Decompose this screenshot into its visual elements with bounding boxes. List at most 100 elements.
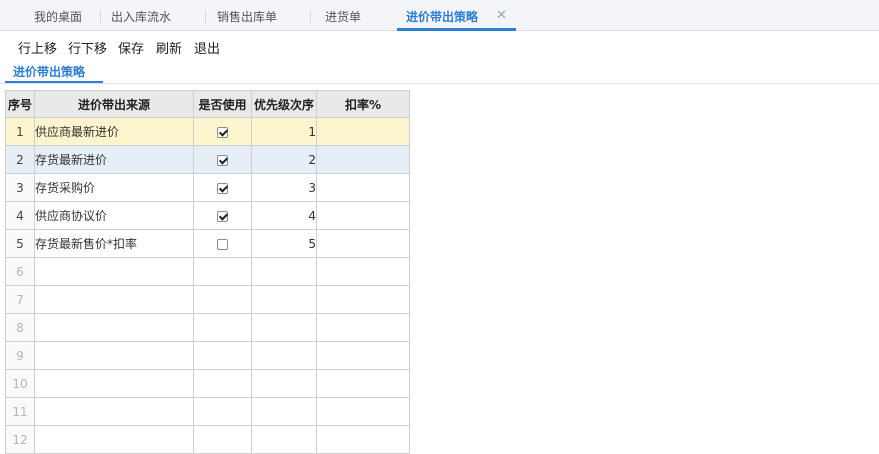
tab-separator bbox=[100, 10, 101, 24]
use-cell[interactable] bbox=[193, 397, 252, 426]
tab-stock-flow[interactable]: 出入库流水 bbox=[111, 0, 171, 30]
refresh-button[interactable]: 刷新 bbox=[156, 38, 182, 57]
source-cell[interactable]: 存货最新进价 bbox=[34, 145, 194, 174]
tab-separator bbox=[205, 10, 206, 24]
row-index: 9 bbox=[5, 341, 35, 370]
use-cell bbox=[193, 145, 252, 174]
row-index: 5 bbox=[5, 229, 35, 258]
discount-cell[interactable] bbox=[316, 341, 410, 370]
source-cell[interactable] bbox=[34, 285, 194, 314]
source-cell[interactable] bbox=[34, 313, 194, 342]
discount-cell[interactable] bbox=[316, 229, 410, 258]
table-row-empty[interactable]: 10 bbox=[5, 369, 410, 398]
use-cell[interactable] bbox=[193, 425, 252, 454]
row-index: 8 bbox=[5, 313, 35, 342]
row-index: 2 bbox=[5, 145, 35, 174]
discount-cell[interactable] bbox=[316, 257, 410, 286]
use-cell bbox=[193, 117, 252, 146]
use-cell[interactable] bbox=[193, 257, 252, 286]
toolbar: 行上移 行下移 保存 刷新 退出 bbox=[0, 31, 879, 60]
source-cell[interactable]: 供应商协议价 bbox=[34, 201, 194, 230]
exit-button[interactable]: 退出 bbox=[194, 38, 220, 57]
table-row-empty[interactable]: 8 bbox=[5, 313, 410, 342]
header-idx: 序号 bbox=[5, 90, 35, 118]
use-cell bbox=[193, 229, 252, 258]
move-down-button[interactable]: 行下移 bbox=[68, 38, 107, 57]
row-index: 6 bbox=[5, 257, 35, 286]
priority-cell[interactable] bbox=[251, 341, 317, 370]
priority-cell[interactable]: 5 bbox=[251, 229, 317, 258]
priority-cell[interactable] bbox=[251, 425, 317, 454]
tab-separator bbox=[310, 10, 311, 24]
header-discount: 扣率% bbox=[316, 90, 410, 118]
use-cell[interactable] bbox=[193, 369, 252, 398]
priority-cell[interactable] bbox=[251, 313, 317, 342]
source-cell[interactable] bbox=[34, 257, 194, 286]
source-cell[interactable]: 供应商最新进价 bbox=[34, 117, 194, 146]
priority-cell[interactable] bbox=[251, 369, 317, 398]
source-cell[interactable] bbox=[34, 341, 194, 370]
use-checkbox[interactable] bbox=[217, 154, 228, 166]
priority-cell[interactable]: 2 bbox=[251, 145, 317, 174]
table-row-empty[interactable]: 6 bbox=[5, 257, 410, 286]
tab-my-desktop[interactable]: 我的桌面 bbox=[34, 0, 82, 30]
header-source: 进价带出来源 bbox=[34, 90, 194, 118]
table-row[interactable]: 3 存货采购价 3 bbox=[5, 173, 410, 202]
priority-cell[interactable] bbox=[251, 397, 317, 426]
table-row-empty[interactable]: 11 bbox=[5, 397, 410, 426]
save-button[interactable]: 保存 bbox=[118, 38, 144, 57]
use-cell[interactable] bbox=[193, 285, 252, 314]
discount-cell[interactable] bbox=[316, 173, 410, 202]
priority-cell[interactable]: 1 bbox=[251, 117, 317, 146]
row-index: 7 bbox=[5, 285, 35, 314]
table-row[interactable]: 1 供应商最新进价 1 bbox=[5, 117, 410, 146]
discount-cell[interactable] bbox=[316, 117, 410, 146]
row-index: 3 bbox=[5, 173, 35, 202]
table-row-empty[interactable]: 7 bbox=[5, 285, 410, 314]
close-icon[interactable]: ✕ bbox=[496, 9, 507, 23]
discount-cell[interactable] bbox=[316, 145, 410, 174]
source-cell[interactable]: 存货采购价 bbox=[34, 173, 194, 202]
header-use: 是否使用 bbox=[193, 90, 252, 118]
priority-cell[interactable]: 3 bbox=[251, 173, 317, 202]
priority-cell[interactable] bbox=[251, 285, 317, 314]
table-row-empty[interactable]: 9 bbox=[5, 341, 410, 370]
use-checkbox[interactable] bbox=[217, 210, 228, 222]
discount-cell[interactable] bbox=[316, 425, 410, 454]
row-index: 12 bbox=[5, 425, 35, 454]
tab-bar: 我的桌面 出入库流水 销售出库单 进货单 进价带出策略 ✕ bbox=[0, 0, 879, 31]
move-up-button[interactable]: 行上移 bbox=[18, 38, 57, 57]
row-index: 11 bbox=[5, 397, 35, 426]
source-cell[interactable] bbox=[34, 397, 194, 426]
use-cell bbox=[193, 173, 252, 202]
use-checkbox[interactable] bbox=[217, 126, 228, 138]
table-row[interactable]: 2 存货最新进价 2 bbox=[5, 145, 410, 174]
table-row-empty[interactable]: 12 bbox=[5, 425, 410, 454]
discount-cell[interactable] bbox=[316, 201, 410, 230]
strategy-table: 序号 进价带出来源 是否使用 优先级次序 扣率% 1 供应商最新进价 1 2 存… bbox=[5, 90, 410, 454]
discount-cell[interactable] bbox=[316, 369, 410, 398]
section-title: 进价带出策略 bbox=[13, 65, 86, 79]
use-checkbox[interactable] bbox=[217, 182, 228, 194]
discount-cell[interactable] bbox=[316, 397, 410, 426]
tab-purchase-price-strategy[interactable]: 进价带出策略 bbox=[406, 0, 478, 30]
table-row[interactable]: 5 存货最新售价*扣率 5 bbox=[5, 229, 410, 258]
row-index: 10 bbox=[5, 369, 35, 398]
table-row[interactable]: 4 供应商协议价 4 bbox=[5, 201, 410, 230]
tab-sales-outbound[interactable]: 销售出库单 bbox=[217, 0, 277, 30]
source-cell[interactable] bbox=[34, 425, 194, 454]
use-checkbox[interactable] bbox=[217, 238, 228, 250]
priority-cell[interactable]: 4 bbox=[251, 201, 317, 230]
tab-purchase-order[interactable]: 进货单 bbox=[325, 0, 361, 30]
priority-cell[interactable] bbox=[251, 257, 317, 286]
row-index: 1 bbox=[5, 117, 35, 146]
source-cell[interactable]: 存货最新售价*扣率 bbox=[34, 229, 194, 258]
source-cell[interactable] bbox=[34, 369, 194, 398]
use-cell[interactable] bbox=[193, 313, 252, 342]
header-priority: 优先级次序 bbox=[251, 90, 317, 118]
discount-cell[interactable] bbox=[316, 285, 410, 314]
divider bbox=[0, 83, 879, 84]
table-header-row: 序号 进价带出来源 是否使用 优先级次序 扣率% bbox=[5, 90, 410, 118]
use-cell[interactable] bbox=[193, 341, 252, 370]
discount-cell[interactable] bbox=[316, 313, 410, 342]
